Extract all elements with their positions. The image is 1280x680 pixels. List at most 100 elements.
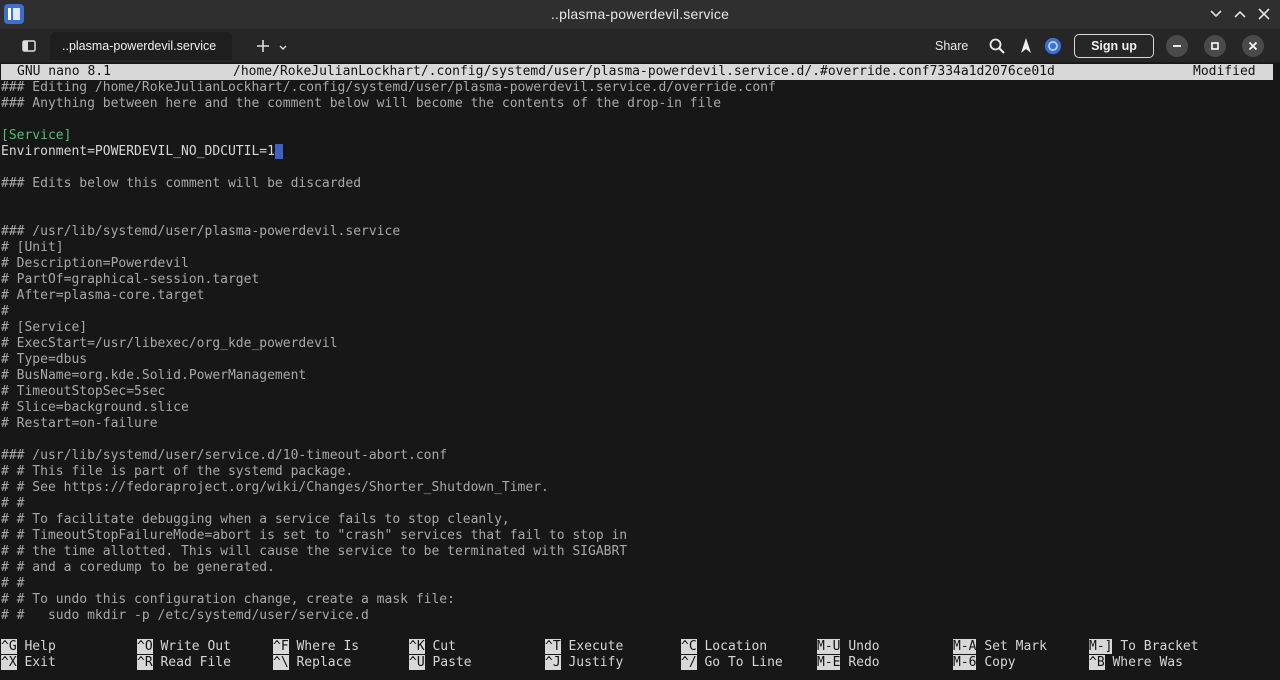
shortcut-item[interactable]: ^/ Go To Line xyxy=(681,655,783,671)
shortcut-item[interactable]: ^R Read File xyxy=(137,655,231,671)
chevron-down-icon[interactable] xyxy=(1208,5,1224,23)
close-icon[interactable] xyxy=(1242,35,1264,57)
gear-icon[interactable] xyxy=(1044,37,1062,55)
shortcut-item[interactable]: ^X Exit xyxy=(1,655,56,671)
share-button[interactable]: Share xyxy=(935,30,968,62)
shortcut-item[interactable]: ^F Where Is xyxy=(273,639,359,655)
editor-line[interactable]: # # sudo mkdir -p /etc/systemd/user/serv… xyxy=(1,608,1276,624)
editor-line[interactable]: # Description=Powerdevil xyxy=(1,256,1276,272)
shortcut-item[interactable]: ^C Location xyxy=(681,639,767,655)
minimize-icon[interactable] xyxy=(1166,35,1188,57)
text-cursor xyxy=(274,144,283,159)
shortcut-key: M-6 xyxy=(953,655,977,670)
shortcut-item[interactable]: M-6 Copy xyxy=(953,655,1016,671)
window-titlebar[interactable]: ..plasma-powerdevil.service xyxy=(0,0,1280,30)
editor-line[interactable] xyxy=(1,160,1276,176)
shortcut-item[interactable]: ^O Write Out xyxy=(137,639,231,655)
editor-line[interactable]: # Restart=on-failure xyxy=(1,416,1276,432)
editor-line[interactable]: # xyxy=(1,304,1276,320)
editor-line[interactable]: # PartOf=graphical-session.target xyxy=(1,272,1276,288)
editor-line[interactable]: [Service] xyxy=(1,128,1276,144)
editor-line-text: # [Unit] xyxy=(1,240,64,255)
shortcut-label: Paste xyxy=(432,655,472,670)
shortcut-key: M-U xyxy=(817,639,841,654)
editor-line[interactable]: # # xyxy=(1,496,1276,512)
shortcut-item[interactable]: ^B Where Was xyxy=(1089,655,1183,671)
editor-line-text: ### Editing /home/RokeJulianLockhart/.co… xyxy=(1,80,776,95)
editor-line[interactable]: # # TimeoutStopFailureMode=abort is set … xyxy=(1,528,1276,544)
editor-line[interactable]: # # the time allotted. This will cause t… xyxy=(1,544,1276,560)
editor-line[interactable]: # # xyxy=(1,576,1276,592)
editor-line[interactable]: # Type=dbus xyxy=(1,352,1276,368)
editor-line-text: ### Edits below this comment will be dis… xyxy=(1,176,362,191)
editor-line[interactable]: # BusName=org.kde.Solid.PowerManagement xyxy=(1,368,1276,384)
editor-line-text: Environment=POWERDEVIL_NO_DDCUTIL=1 xyxy=(1,144,275,159)
editor-line-text: # [Service] xyxy=(1,320,88,335)
editor-line-text: # # To facilitate debugging when a servi… xyxy=(1,512,510,527)
editor-line[interactable] xyxy=(1,432,1276,448)
editor-line[interactable]: ### /usr/lib/systemd/user/service.d/10-t… xyxy=(1,448,1276,464)
editor-line-text: # # and a coredump to be generated. xyxy=(1,560,275,575)
editor-line-text: ### /usr/lib/systemd/user/plasma-powerde… xyxy=(1,224,401,239)
shortcut-key: ^O xyxy=(137,639,153,654)
editor-line[interactable]: ### Anything between here and the commen… xyxy=(1,96,1276,112)
shortcut-item[interactable]: ^J Justify xyxy=(545,655,623,671)
editor-line[interactable]: # # To undo this configuration change, c… xyxy=(1,592,1276,608)
shortcut-item[interactable]: M-] To Bracket xyxy=(1089,639,1199,655)
editor-line[interactable]: # # This file is part of the systemd pac… xyxy=(1,464,1276,480)
editor-line[interactable] xyxy=(1,192,1276,208)
shortcut-item[interactable]: M-U Undo xyxy=(817,639,880,655)
editor-line[interactable]: # TimeoutStopSec=5sec xyxy=(1,384,1276,400)
shortcut-label: Set Mark xyxy=(984,639,1047,654)
editor-line[interactable] xyxy=(1,208,1276,224)
shortcut-label: Go To Line xyxy=(704,655,783,670)
search-icon[interactable] xyxy=(988,37,1006,55)
editor-line-text: # PartOf=graphical-session.target xyxy=(1,272,260,287)
editor-line-text: ### Anything between here and the commen… xyxy=(1,96,722,111)
tab-plasma-powerdevil[interactable]: ..plasma-powerdevil.service xyxy=(50,32,232,60)
chevron-down-icon[interactable] xyxy=(278,40,288,50)
plus-icon[interactable] xyxy=(255,38,271,54)
shortcut-label: Help xyxy=(24,639,56,654)
editor-line[interactable]: # # See https://fedoraproject.org/wiki/C… xyxy=(1,480,1276,496)
rocket-icon[interactable] xyxy=(1017,37,1035,55)
maximize-icon[interactable] xyxy=(1204,35,1226,57)
editor-line[interactable]: Environment=POWERDEVIL_NO_DDCUTIL=1 xyxy=(1,144,1276,160)
editor-line-text: # # the time allotted. This will cause t… xyxy=(1,544,628,559)
chevron-up-icon[interactable] xyxy=(1232,5,1248,23)
editor-line[interactable]: ### /usr/lib/systemd/user/plasma-powerde… xyxy=(1,224,1276,240)
editor-line-text: ### /usr/lib/systemd/user/service.d/10-t… xyxy=(1,448,448,463)
shortcut-label: Where Was xyxy=(1112,655,1183,670)
editor-line[interactable]: # [Unit] xyxy=(1,240,1276,256)
editor-line[interactable] xyxy=(1,112,1276,128)
editor-line[interactable]: # # To facilitate debugging when a servi… xyxy=(1,512,1276,528)
window-title: ..plasma-powerdevil.service xyxy=(550,6,730,22)
shortcut-item[interactable]: M-A Set Mark xyxy=(953,639,1047,655)
split-view-icon[interactable] xyxy=(20,38,38,54)
editor-line[interactable]: # [Service] xyxy=(1,320,1276,336)
shortcut-label: Cut xyxy=(432,639,456,654)
shortcut-label: Read File xyxy=(160,655,231,670)
shortcut-item[interactable]: ^K Cut xyxy=(409,639,456,655)
editor-line-text: # Slice=background.slice xyxy=(1,400,189,415)
editor-line[interactable]: ### Editing /home/RokeJulianLockhart/.co… xyxy=(1,80,1276,96)
editor-line[interactable]: # Slice=background.slice xyxy=(1,400,1276,416)
shortcut-item[interactable]: ^\ Replace xyxy=(273,655,351,671)
editor-line[interactable]: # After=plasma-core.target xyxy=(1,288,1276,304)
shortcut-item[interactable]: M-E Redo xyxy=(817,655,880,671)
editor-line[interactable]: # ExecStart=/usr/libexec/org_kde_powerde… xyxy=(1,336,1276,352)
editor-line[interactable]: ### Edits below this comment will be dis… xyxy=(1,176,1276,192)
shortcut-label: Copy xyxy=(984,655,1016,670)
shortcut-key: ^F xyxy=(273,639,289,654)
shortcut-item[interactable]: ^G Help xyxy=(1,639,56,655)
nano-modified-status: Modified xyxy=(1193,64,1256,79)
editor-line-text: # xyxy=(1,304,9,319)
close-window-icon[interactable] xyxy=(1256,5,1272,23)
shortcut-item[interactable]: ^U Paste xyxy=(409,655,472,671)
editor-buffer[interactable]: ### Editing /home/RokeJulianLockhart/.co… xyxy=(1,80,1276,624)
nano-file-path: /home/RokeJulianLockhart/.config/systemd… xyxy=(233,64,1055,79)
editor-line[interactable]: # # and a coredump to be generated. xyxy=(1,560,1276,576)
sign-up-button[interactable]: Sign up xyxy=(1074,34,1154,58)
shortcut-item[interactable]: ^T Execute xyxy=(545,639,623,655)
terminal-area[interactable]: GNU nano 8.1 /home/RokeJulianLockhart/.c… xyxy=(0,63,1280,680)
